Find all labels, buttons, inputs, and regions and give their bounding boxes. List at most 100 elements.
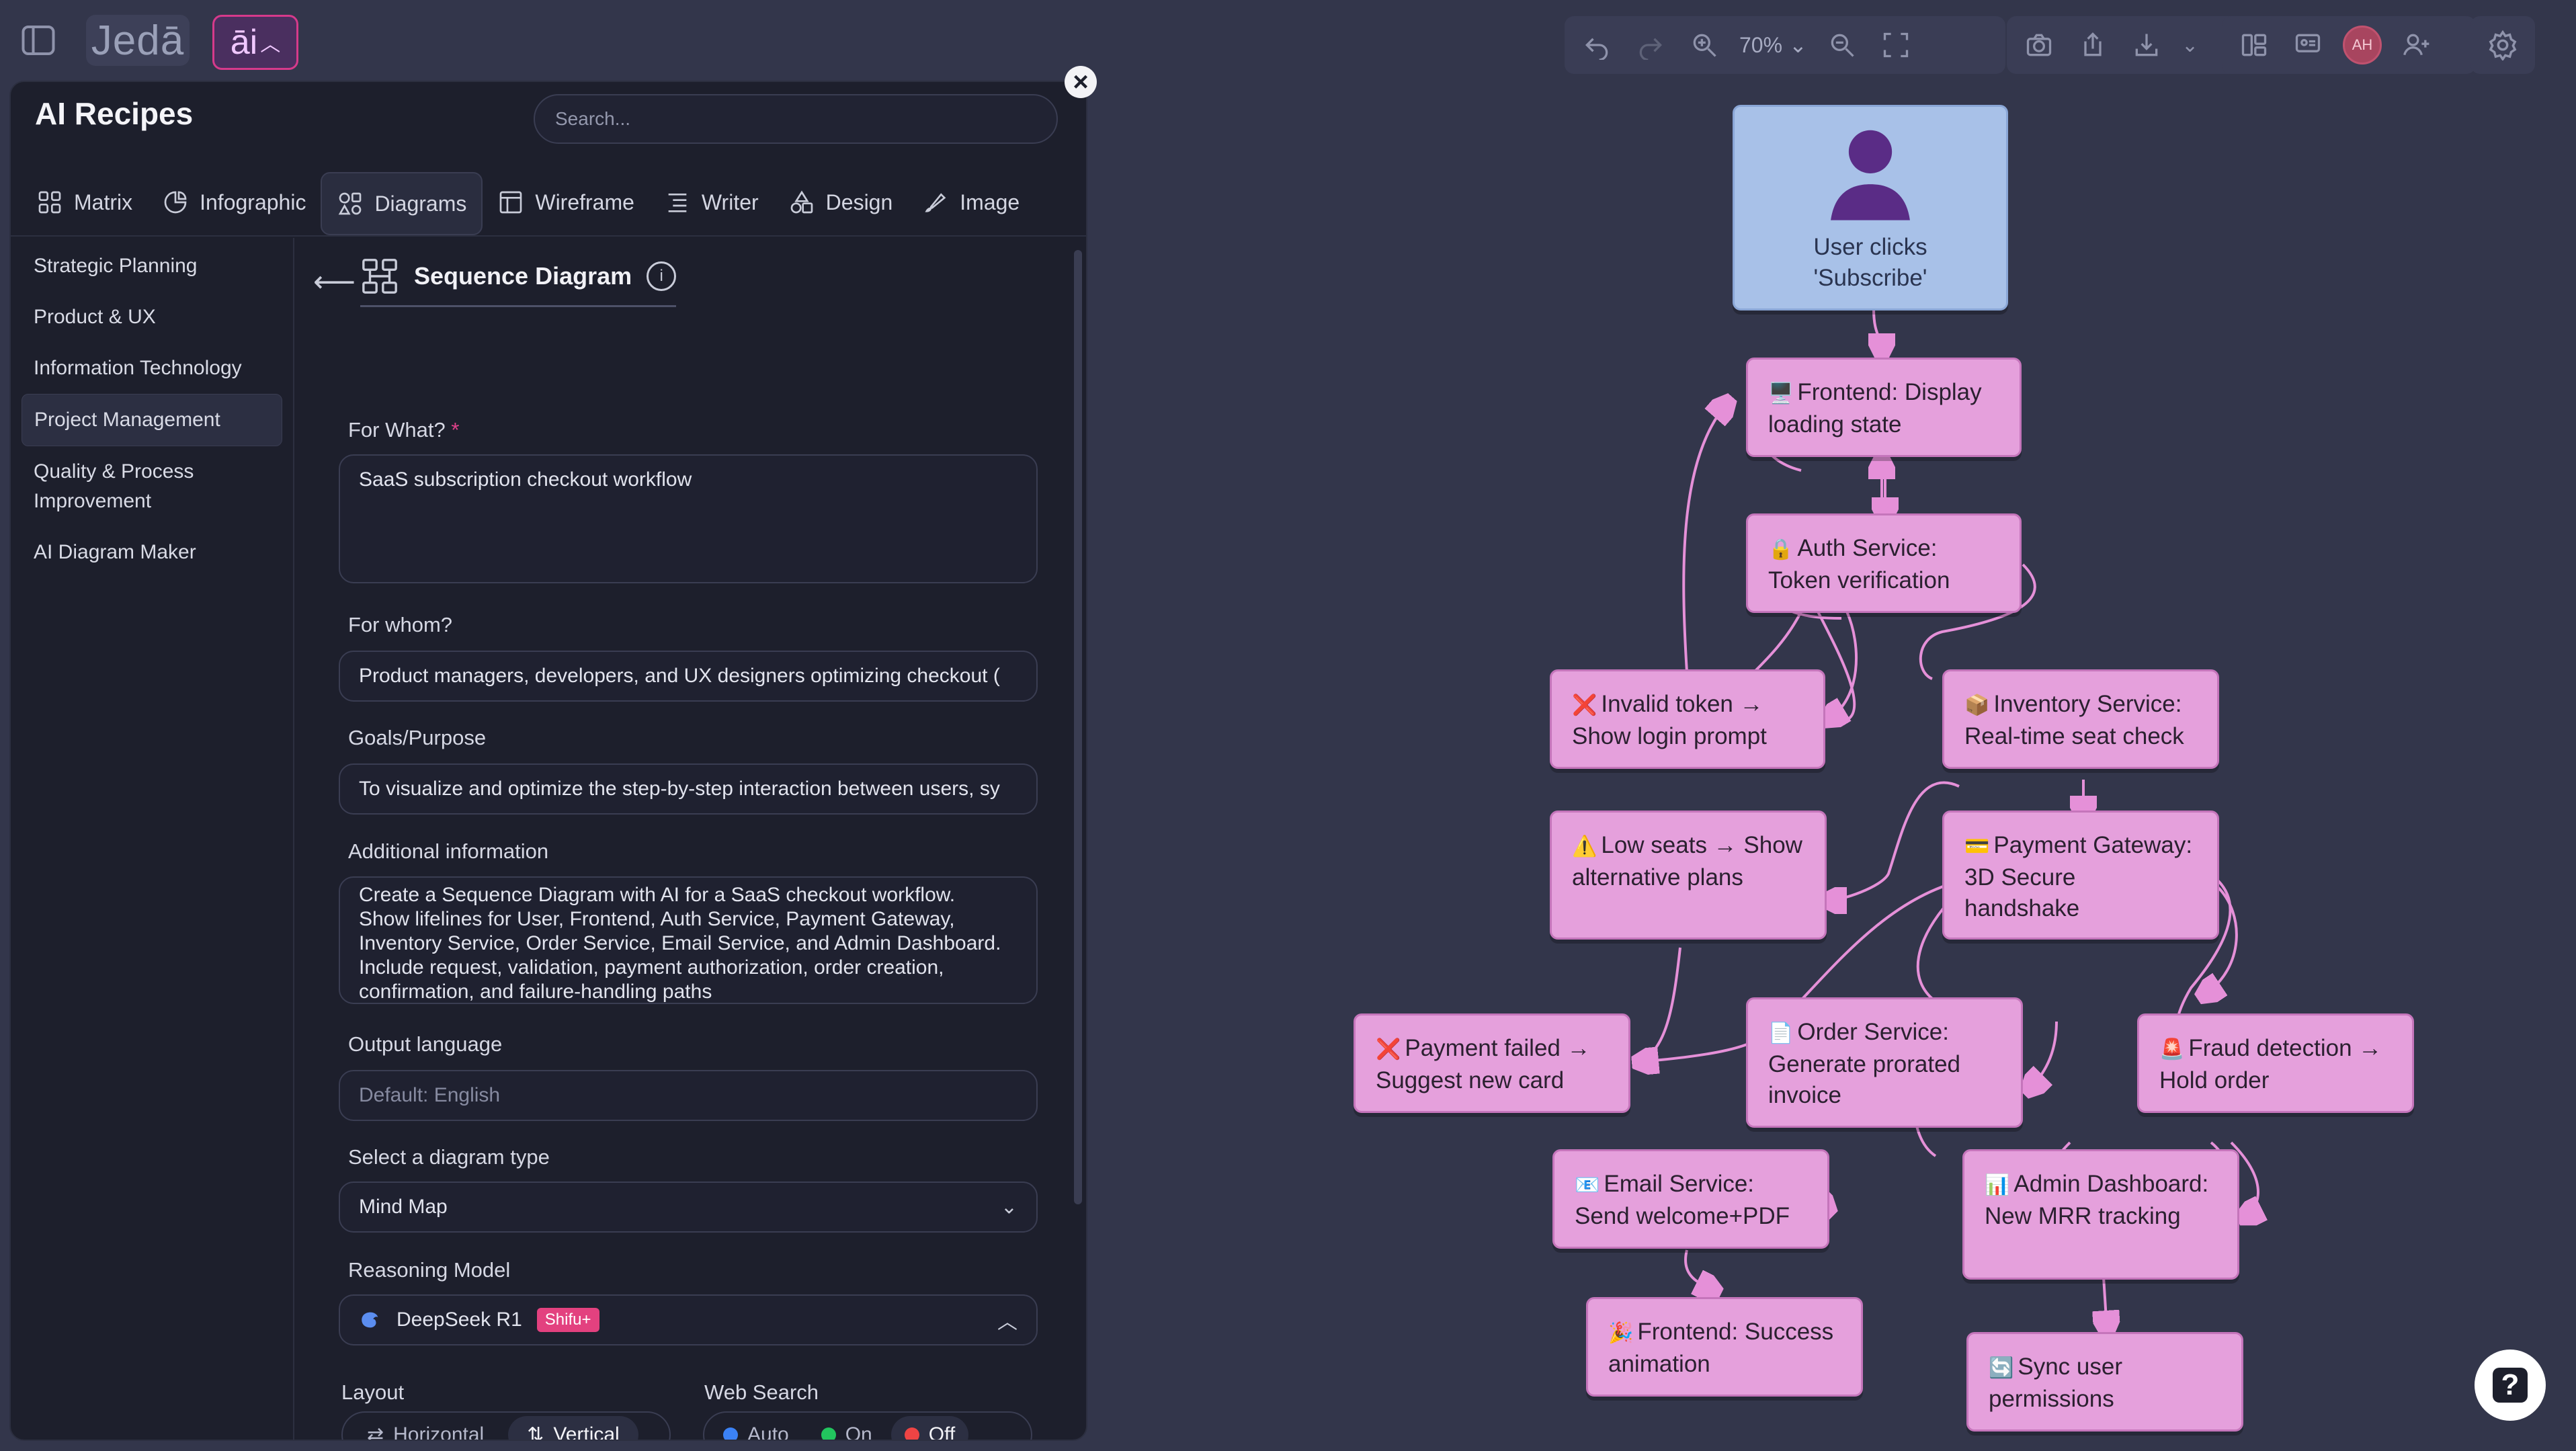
category-strategic-planning[interactable]: Strategic Planning (22, 241, 282, 292)
node-order-service[interactable]: 📄 Order Service: Generate prorated invoic… (1746, 997, 2023, 1128)
help-button[interactable]: ? (2475, 1350, 2546, 1421)
warning-icon: ⚠️ (1572, 835, 1597, 858)
user-avatar[interactable]: AH (2343, 26, 2382, 65)
back-arrow-icon[interactable]: ⟵ (313, 265, 356, 299)
diagram-type-select[interactable]: Mind Map ⌄ (339, 1181, 1038, 1233)
camera-icon[interactable] (2020, 26, 2058, 64)
undo-icon[interactable] (1578, 26, 1616, 64)
search-input[interactable] (534, 94, 1058, 144)
node-auth-service[interactable]: 🔒 Auth Service: Token verification (1746, 513, 2022, 613)
panel-scrollbar[interactable] (1074, 250, 1082, 1204)
node-fraud-detection[interactable]: 🚨 Fraud detection → Hold order (2137, 1013, 2414, 1113)
node-label: Payment failed → Suggest new card (1376, 1035, 1591, 1093)
redo-icon[interactable] (1632, 26, 1669, 64)
goals-input[interactable]: To visualize and optimize the step-by-st… (339, 763, 1038, 815)
edge (1828, 781, 1960, 901)
bar-chart-icon: 📊 (1985, 1174, 2010, 1196)
tab-label: Wireframe (535, 190, 634, 214)
for-whom-input[interactable]: Product managers, developers, and UX des… (339, 651, 1038, 702)
additional-info-textarea[interactable]: Create a Sequence Diagram with AI for a … (339, 876, 1038, 1004)
sidebar-toggle-button[interactable] (15, 15, 62, 66)
download-icon[interactable] (2128, 26, 2165, 64)
category-information-technology[interactable]: Information Technology (22, 343, 282, 394)
node-inventory-service[interactable]: 📦 Inventory Service: Real-time seat check (1942, 669, 2219, 769)
question-mark-icon: ? (2493, 1368, 2528, 1403)
computer-icon: 🖥️ (1768, 382, 1794, 405)
jeda-logo[interactable]: Jedā (86, 15, 190, 66)
node-user-subscribe[interactable]: User clicks 'Subscribe' (1733, 105, 2008, 310)
layout-horizontal-option[interactable]: ⇄ Horizontal (348, 1416, 503, 1441)
web-search-off-label: Off (928, 1423, 956, 1441)
gear-icon[interactable] (2484, 26, 2522, 64)
web-search-on-option[interactable]: On (808, 1416, 886, 1440)
node-frontend-loading[interactable]: 🖥️ Frontend: Display loading state (1746, 358, 2022, 457)
node-label: Inventory Service: Real-time seat check (1964, 691, 2184, 749)
share-icon[interactable] (2074, 26, 2112, 64)
tab-wireframe[interactable]: Wireframe (483, 172, 649, 233)
additional-info-label: Additional information (348, 839, 549, 863)
cross-mark-icon: ❌ (1572, 694, 1597, 716)
for-what-textarea[interactable]: SaaS subscription checkout workflow (339, 454, 1038, 583)
panel-title: AI Recipes (35, 96, 194, 131)
sidebar-icon (22, 26, 55, 55)
off-dot-icon (904, 1427, 919, 1440)
node-frontend-success[interactable]: 🎉 Frontend: Success animation (1586, 1297, 1863, 1397)
ai-recipes-button[interactable]: āi ︿ (212, 15, 298, 70)
node-email-service[interactable]: 📧 Email Service: Send welcome+PDF (1552, 1149, 1829, 1249)
zoom-level-dropdown[interactable]: 70% ⌄ (1739, 32, 1807, 58)
node-sync-permissions[interactable]: 🔄 Sync user permissions (1966, 1332, 2243, 1432)
edge (2030, 1021, 2058, 1089)
zoom-out-icon[interactable] (1823, 26, 1861, 64)
zoom-in-icon[interactable] (1686, 26, 1723, 64)
node-label: Low seats → Show alternative plans (1572, 832, 1802, 890)
add-user-icon[interactable] (2398, 26, 2436, 64)
web-search-auto-option[interactable]: Auto (710, 1416, 802, 1441)
node-payment-failed[interactable]: ❌ Payment failed → Suggest new card (1354, 1013, 1630, 1113)
package-icon: 📦 (1964, 694, 1990, 716)
edge (1753, 611, 1802, 673)
category-list: Strategic Planning Product & UX Informat… (11, 238, 294, 1440)
info-icon[interactable]: i (647, 261, 677, 291)
shifu-badge: Shifu+ (536, 1308, 599, 1332)
node-invalid-token[interactable]: ❌ Invalid token → Show login prompt (1550, 669, 1825, 769)
reasoning-model-value: DeepSeek R1 (397, 1309, 522, 1331)
lock-icon: 🔒 (1768, 538, 1794, 561)
tab-infographic[interactable]: Infographic (147, 172, 321, 233)
category-quality-process[interactable]: Quality & Process Improvement (22, 446, 207, 527)
document-icon: 📄 (1768, 1022, 1794, 1044)
node-label: Auth Service: Token verification (1768, 535, 1950, 593)
node-label: Payment Gateway: 3D Secure handshake (1964, 832, 2193, 921)
category-product-ux[interactable]: Product & UX (22, 292, 282, 343)
tab-design[interactable]: Design (774, 172, 908, 233)
chevron-down-icon[interactable]: ⌄ (2182, 34, 2198, 57)
tab-writer[interactable]: Writer (649, 172, 774, 233)
layout-vertical-option[interactable]: ⇅ Vertical (508, 1416, 638, 1440)
node-payment-gateway[interactable]: 💳 Payment Gateway: 3D Secure handshake (1942, 811, 2219, 940)
edge (1682, 403, 1727, 673)
layout-toggle: ⇄ Horizontal ⇅ Vertical (341, 1411, 671, 1441)
horizontal-arrows-icon: ⇄ (367, 1423, 384, 1441)
layout-label: Layout (341, 1380, 405, 1404)
design-shapes-icon (790, 190, 813, 214)
edge (1684, 1249, 1714, 1290)
diagram-canvas[interactable]: User clicks 'Subscribe' 🖥️ Frontend: Disp… (1089, 81, 2576, 1451)
deepseek-logo-icon (362, 1312, 378, 1328)
category-ai-diagram-maker[interactable]: AI Diagram Maker (22, 527, 282, 578)
ai-button-label: āi (230, 23, 258, 62)
fit-screen-icon[interactable] (1877, 26, 1915, 64)
presentation-icon[interactable] (2289, 26, 2327, 64)
tab-matrix[interactable]: Matrix (22, 172, 147, 233)
web-search-auto-label: Auto (747, 1423, 789, 1441)
node-label: Email Service: Send welcome+PDF (1575, 1171, 1790, 1229)
node-low-seats[interactable]: ⚠️ Low seats → Show alternative plans (1550, 811, 1827, 940)
close-panel-button[interactable]: × (1065, 66, 1097, 98)
web-search-off-option[interactable]: Off (890, 1416, 969, 1441)
tab-image[interactable]: Image (907, 172, 1034, 233)
node-admin-dashboard[interactable]: 📊 Admin Dashboard: New MRR tracking (1962, 1149, 2239, 1280)
output-language-input[interactable]: Default: English (339, 1070, 1038, 1121)
category-project-management[interactable]: Project Management (22, 394, 282, 446)
layout-icon[interactable] (2235, 26, 2273, 64)
shapes-icon (339, 192, 362, 215)
tab-diagrams[interactable]: Diagrams (321, 172, 483, 235)
reasoning-model-select[interactable]: DeepSeek R1 Shifu+ ︿ (339, 1294, 1038, 1345)
